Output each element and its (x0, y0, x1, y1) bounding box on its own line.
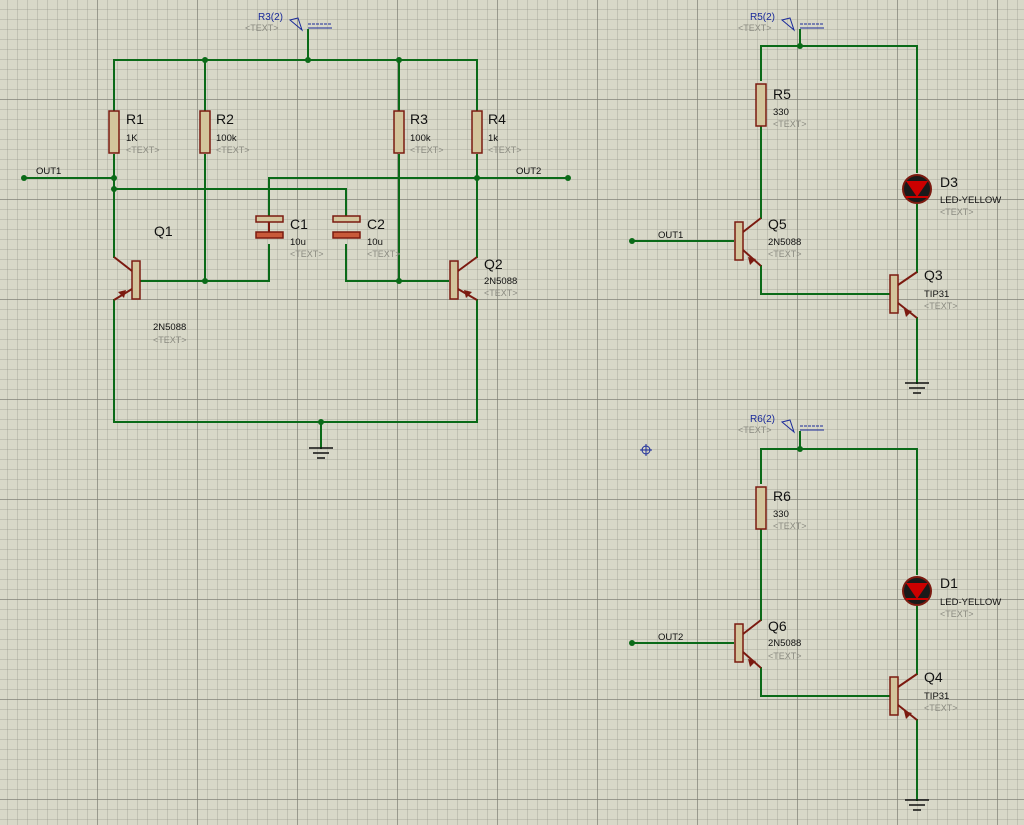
transistor-q4[interactable]: Q4 TIP31 <TEXT> (889, 669, 958, 721)
resistor-r2[interactable]: R2 100k <TEXT> (199, 110, 250, 155)
text-placeholder: <TEXT> (940, 207, 974, 217)
value-label: 330 (773, 107, 789, 118)
ref-label: R3 (410, 111, 428, 127)
power-arrow-icon (780, 17, 796, 32)
value-label: 1k (488, 133, 498, 144)
value-label: TIP31 (924, 691, 949, 702)
ground-symbol (905, 799, 929, 811)
power-terminal-text: <TEXT> (738, 23, 772, 33)
value-label: 2N5088 (153, 322, 186, 333)
schematic-canvas[interactable]: R3(2) <TEXT> R1 1K <TEXT> R2 100k <TEXT>… (0, 0, 1024, 825)
power-terminal-label: R6(2) (750, 414, 775, 425)
value-label: 2N5088 (484, 276, 517, 287)
text-placeholder: <TEXT> (924, 703, 958, 713)
ref-label: R2 (216, 111, 234, 127)
crosshair-icon (640, 444, 652, 456)
net-label-out2: OUT2 (658, 632, 683, 643)
power-terminal-2[interactable]: R5(2) <TEXT> (738, 12, 824, 33)
power-terminal-label: R5(2) (750, 12, 775, 23)
text-placeholder: <TEXT> (773, 521, 807, 531)
transistor-q5[interactable]: Q5 2N5088 <TEXT> (734, 216, 802, 267)
power-terminal-text: <TEXT> (245, 23, 279, 33)
wires-driver-1 (629, 29, 918, 384)
value-label: 2N5088 (768, 237, 801, 248)
power-terminal-label: R3(2) (258, 12, 283, 23)
value-label: 1K (126, 133, 138, 144)
text-placeholder: <TEXT> (216, 145, 250, 155)
ref-label: C2 (367, 216, 385, 232)
text-placeholder: <TEXT> (924, 301, 958, 311)
ref-label: D3 (940, 174, 958, 190)
transistor-q2[interactable]: Q2 2N5088 <TEXT> (449, 256, 518, 301)
capacitor-c2[interactable]: C2 10u <TEXT> (332, 215, 401, 259)
transistor-q1[interactable]: Q1 2N5088 <TEXT> (113, 223, 187, 345)
value-label: 100k (410, 133, 431, 144)
resistor-r1[interactable]: R1 1K <TEXT> (108, 110, 160, 155)
text-placeholder: <TEXT> (153, 335, 187, 345)
ref-label: R6 (773, 488, 791, 504)
ref-label: R4 (488, 111, 506, 127)
schematic-drawing: R3(2) <TEXT> R1 1K <TEXT> R2 100k <TEXT>… (21, 12, 1001, 811)
resistor-r5[interactable]: R5 330 <TEXT> (755, 83, 807, 129)
power-terminal-1[interactable]: R3(2) <TEXT> (245, 12, 332, 33)
transistor-q3[interactable]: Q3 TIP31 <TEXT> (889, 267, 958, 319)
resistor-r4[interactable]: R4 1k <TEXT> (471, 110, 522, 155)
net-label-out1: OUT1 (658, 230, 683, 241)
text-placeholder: <TEXT> (940, 609, 974, 619)
power-terminal-3[interactable]: R6(2) <TEXT> (738, 414, 824, 435)
ref-label: Q3 (924, 267, 943, 283)
text-placeholder: <TEXT> (367, 249, 401, 259)
ref-label: Q6 (768, 618, 787, 634)
ref-label: D1 (940, 575, 958, 591)
ref-label: C1 (290, 216, 308, 232)
value-label: 100k (216, 133, 237, 144)
text-placeholder: <TEXT> (410, 145, 444, 155)
power-terminal-text: <TEXT> (738, 425, 772, 435)
ref-label: R5 (773, 86, 791, 102)
ground-symbol (309, 447, 333, 459)
text-placeholder: <TEXT> (773, 119, 807, 129)
capacitor-c1[interactable]: C1 10u <TEXT> (255, 215, 324, 259)
value-label: LED-YELLOW (940, 597, 1001, 608)
ref-label: Q4 (924, 669, 943, 685)
ref-label: Q1 (154, 223, 173, 239)
value-label: 2N5088 (768, 638, 801, 649)
resistor-r3[interactable]: R3 100k <TEXT> (393, 110, 444, 155)
value-label: LED-YELLOW (940, 195, 1001, 206)
text-placeholder: <TEXT> (290, 249, 324, 259)
value-label: 10u (290, 237, 306, 248)
ground-symbol (905, 382, 929, 394)
value-label: 10u (367, 237, 383, 248)
ref-label: Q5 (768, 216, 787, 232)
power-arrow-icon (288, 17, 304, 32)
resistor-r6[interactable]: R6 330 <TEXT> (755, 486, 807, 531)
text-placeholder: <TEXT> (484, 288, 518, 298)
net-label-out2: OUT2 (516, 166, 541, 177)
text-placeholder: <TEXT> (768, 651, 802, 661)
power-arrow-icon (780, 419, 796, 434)
value-label: TIP31 (924, 289, 949, 300)
text-placeholder: <TEXT> (488, 145, 522, 155)
ref-label: R1 (126, 111, 144, 127)
value-label: 330 (773, 509, 789, 520)
ref-label: Q2 (484, 256, 503, 272)
net-label-out1: OUT1 (36, 166, 61, 177)
text-placeholder: <TEXT> (768, 249, 802, 259)
transistor-q6[interactable]: Q6 2N5088 <TEXT> (734, 618, 802, 669)
text-placeholder: <TEXT> (126, 145, 160, 155)
